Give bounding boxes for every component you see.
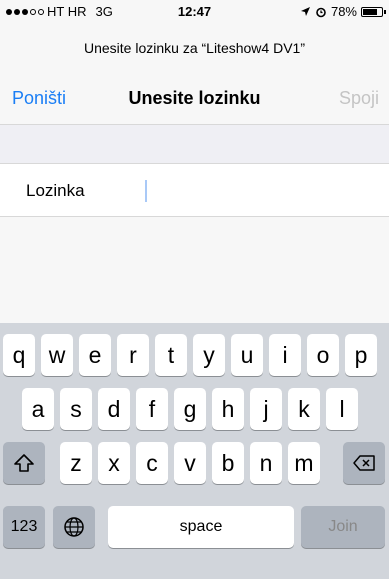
key-o[interactable]: o — [307, 334, 339, 376]
key-w[interactable]: w — [41, 334, 73, 376]
location-arrow-icon — [300, 6, 311, 17]
join-key[interactable]: Join — [301, 506, 385, 548]
key-p[interactable]: p — [345, 334, 377, 376]
key-y[interactable]: y — [193, 334, 225, 376]
battery-percent: 78% — [330, 4, 357, 19]
alarm-clock-icon — [315, 6, 327, 18]
status-bar: HT HR 3G 12:47 78% — [0, 0, 389, 22]
key-c[interactable]: c — [136, 442, 168, 484]
key-d[interactable]: d — [98, 388, 130, 430]
numbers-key[interactable]: 123 — [3, 506, 45, 548]
navigation-bar: Poništi Unesite lozinku Spoji — [0, 80, 389, 116]
key-v[interactable]: v — [174, 442, 206, 484]
key-m[interactable]: m — [288, 442, 320, 484]
key-i[interactable]: i — [269, 334, 301, 376]
password-prompt: Unesite lozinku za “Liteshow4 DV1” — [84, 40, 305, 56]
text-cursor — [145, 180, 147, 202]
battery-icon — [361, 6, 386, 17]
connect-button[interactable]: Spoji — [339, 88, 379, 109]
key-z[interactable]: z — [60, 442, 92, 484]
key-j[interactable]: j — [250, 388, 282, 430]
key-k[interactable]: k — [288, 388, 320, 430]
globe-key[interactable] — [53, 506, 95, 548]
key-x[interactable]: x — [98, 442, 130, 484]
key-g[interactable]: g — [174, 388, 206, 430]
key-l[interactable]: l — [326, 388, 358, 430]
globe-icon — [63, 516, 85, 538]
space-key[interactable]: space — [108, 506, 294, 548]
key-s[interactable]: s — [60, 388, 92, 430]
backspace-icon — [352, 454, 376, 472]
section-spacer — [0, 125, 389, 163]
key-h[interactable]: h — [212, 388, 244, 430]
key-q[interactable]: q — [3, 334, 35, 376]
keyboard: q w e r t y u i o p a s d f g h j k l z … — [0, 323, 389, 579]
page-title: Unesite lozinku — [128, 88, 261, 108]
key-t[interactable]: t — [155, 334, 187, 376]
key-f[interactable]: f — [136, 388, 168, 430]
shift-arrow-icon — [13, 453, 35, 473]
key-a[interactable]: a — [22, 388, 54, 430]
shift-key[interactable] — [3, 442, 45, 484]
key-r[interactable]: r — [117, 334, 149, 376]
status-right: 78% — [300, 4, 386, 19]
password-label: Lozinka — [26, 181, 85, 200]
key-n[interactable]: n — [250, 442, 282, 484]
key-u[interactable]: u — [231, 334, 263, 376]
password-field-row[interactable]: Lozinka — [0, 163, 389, 217]
key-e[interactable]: e — [79, 334, 111, 376]
delete-key[interactable] — [343, 442, 385, 484]
key-b[interactable]: b — [212, 442, 244, 484]
